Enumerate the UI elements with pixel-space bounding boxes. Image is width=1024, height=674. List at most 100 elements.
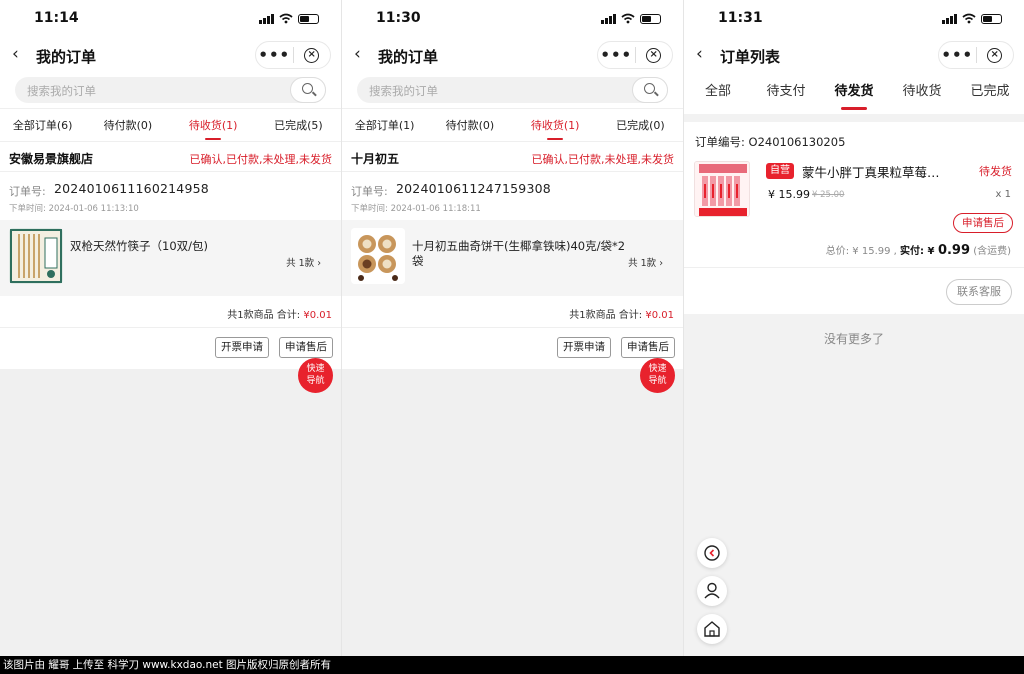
order-actions: 开票申请 申请售后 [0, 328, 341, 366]
list-footer: 没有更多了 [684, 314, 1024, 656]
order-number-label: 订单号: [351, 185, 388, 198]
tab-all-orders[interactable]: 全部订单(6) [0, 109, 85, 142]
close-glyph: × [646, 47, 662, 63]
quick-nav-line2: 导航 [648, 376, 667, 386]
summary-prefix: 共1款商品 合计: [569, 310, 646, 321]
quick-nav-line1: 快速 [648, 364, 667, 374]
tab-completed[interactable]: 已完成(5) [256, 109, 341, 142]
tab-pending-receipt[interactable]: 待收货 [888, 72, 956, 114]
tab-completed[interactable]: 已完成(0) [598, 109, 683, 142]
summary-text: 共1款商品 合计: ¥0.01 [569, 306, 674, 321]
tab-pending-payment[interactable]: 待支付 [752, 72, 820, 114]
mini-program-capsule: ••• × [255, 41, 331, 69]
total-label: 总价: ¥ 15.99 , [825, 246, 901, 257]
order-summary: 共1款商品 合计: ¥0.01 [0, 296, 341, 328]
status-icons [601, 13, 661, 24]
battery-icon [298, 13, 319, 24]
search-input[interactable]: 搜索我的订单 [15, 77, 326, 103]
order-number-label: 订单号: [9, 185, 46, 198]
more-icon[interactable]: ••• [256, 42, 293, 68]
wifi-icon [279, 13, 293, 24]
close-icon[interactable]: × [976, 47, 1013, 63]
wifi-icon [962, 13, 976, 24]
order-card[interactable]: 订单编号: O240106130205 自营 蒙牛小胖丁真果粒草莓… 待发货 ¥… [684, 122, 1024, 315]
tab-pending-receipt[interactable]: 待收货(1) [171, 109, 256, 142]
shop-row[interactable]: 十月初五 已确认,已付款,未处理,未发货 [342, 142, 683, 172]
close-icon[interactable]: × [635, 47, 672, 63]
status-icons [259, 13, 319, 24]
product-image-cookies [351, 228, 405, 284]
shop-row[interactable]: 安徽易景旗舰店 已确认,已付款,未处理,未发货 [0, 142, 341, 172]
product-quantity: x 1 [995, 189, 1011, 200]
original-price: ¥ 25.00 [812, 190, 845, 200]
summary-text: 共1款商品 合计: ¥0.01 [227, 306, 332, 321]
order-status: 待发货 [979, 165, 1012, 178]
quick-nav-button[interactable]: 快速 导航 [298, 358, 333, 393]
search-button[interactable] [290, 77, 326, 103]
shop-name: 十月初五 [351, 152, 400, 166]
after-sale-button[interactable]: 申请售后 [279, 337, 333, 358]
search-placeholder: 搜索我的订单 [27, 84, 96, 98]
invoice-button[interactable]: 开票申请 [557, 337, 611, 358]
search-input[interactable]: 搜索我的订单 [357, 77, 668, 103]
contact-service-button[interactable]: 联系客服 [946, 279, 1012, 305]
order-number: 2024010611160214958 [54, 181, 209, 196]
user-icon [704, 582, 720, 599]
more-icon[interactable]: ••• [939, 42, 976, 68]
back-float-button[interactable] [697, 538, 727, 568]
paid-label: 实付: ¥ [900, 246, 938, 257]
quick-nav-line1: 快速 [306, 364, 325, 374]
empty-background [0, 369, 341, 656]
back-icon[interactable]: ‹ [696, 44, 714, 64]
order-summary: 共1款商品 合计: ¥0.01 [342, 296, 683, 328]
after-sale-button[interactable]: 申请售后 [953, 213, 1013, 233]
product-item[interactable]: 十月初五曲奇饼干(生椰拿铁味)40克/袋*2袋 共 1款 › [342, 220, 683, 296]
watermark-bar: 该图片由 耀哥 上传至 科学刀 www.kxdao.net 图片版权归原创者所有 [0, 656, 1024, 674]
home-float-button[interactable] [697, 614, 727, 644]
tab-pending-payment[interactable]: 待付款(0) [427, 109, 512, 142]
tab-all-orders[interactable]: 全部订单(1) [342, 109, 427, 142]
status-time: 11:30 [376, 10, 421, 26]
tab-all[interactable]: 全部 [684, 72, 752, 114]
phone-screen-order-list: 11:31 ‹ 订单列表 ••• × 全部 待支付 待发货 待收货 已完成 订单… [684, 0, 1024, 656]
product-name: 蒙牛小胖丁真果粒草莓… [802, 165, 940, 180]
self-operated-badge: 自营 [766, 163, 794, 179]
tab-pending-payment[interactable]: 待付款(0) [85, 109, 170, 142]
battery-icon [640, 13, 661, 24]
page-title: 我的订单 [378, 48, 439, 66]
nav-bar: ‹ 订单列表 ••• × [684, 38, 1024, 72]
order-number: 2024010611247159308 [396, 181, 551, 196]
product-count: 共 1款 › [628, 258, 663, 269]
back-icon[interactable]: ‹ [12, 44, 30, 64]
more-icon[interactable]: ••• [598, 42, 635, 68]
paid-amount: 0.99 [937, 243, 971, 258]
summary-amount: ¥0.01 [645, 310, 674, 321]
invoice-button[interactable]: 开票申请 [215, 337, 269, 358]
home-icon [704, 621, 720, 637]
section-gap [684, 114, 1024, 122]
signal-icon [942, 13, 957, 24]
product-item[interactable]: 双枪天然竹筷子（10双/包) 共 1款 › [0, 220, 341, 296]
order-time: 下单时间: 2024-01-06 11:18:11 [351, 204, 481, 214]
wifi-icon [621, 13, 635, 24]
search-button[interactable] [632, 77, 668, 103]
close-glyph: × [304, 47, 320, 63]
product-name: 十月初五曲奇饼干(生椰拿铁味)40克/袋*2袋 [412, 239, 626, 268]
after-sale-button[interactable]: 申请售后 [621, 337, 675, 358]
order-number-row: 订单号: 2024010611160214958 下单时间: 2024-01-0… [0, 172, 341, 220]
mini-program-capsule: ••• × [938, 41, 1014, 69]
close-icon[interactable]: × [293, 47, 330, 63]
quick-nav-button[interactable]: 快速 导航 [640, 358, 675, 393]
back-icon[interactable]: ‹ [354, 44, 372, 64]
status-bar: 11:30 [342, 0, 683, 38]
order-total: 总价: ¥ 15.99 , 实付: ¥ 0.99 (含运费) [826, 242, 1011, 258]
nav-bar: ‹ 我的订单 ••• × [342, 38, 683, 72]
close-glyph: × [987, 47, 1003, 63]
product-count: 共 1款 › [286, 258, 321, 269]
user-float-button[interactable] [697, 576, 727, 606]
tab-pending-receipt[interactable]: 待收货(1) [513, 109, 598, 142]
tab-completed[interactable]: 已完成 [956, 72, 1024, 114]
battery-icon [981, 13, 1002, 24]
tab-pending-shipment[interactable]: 待发货 [820, 72, 888, 114]
page-title: 订单列表 [720, 48, 781, 66]
